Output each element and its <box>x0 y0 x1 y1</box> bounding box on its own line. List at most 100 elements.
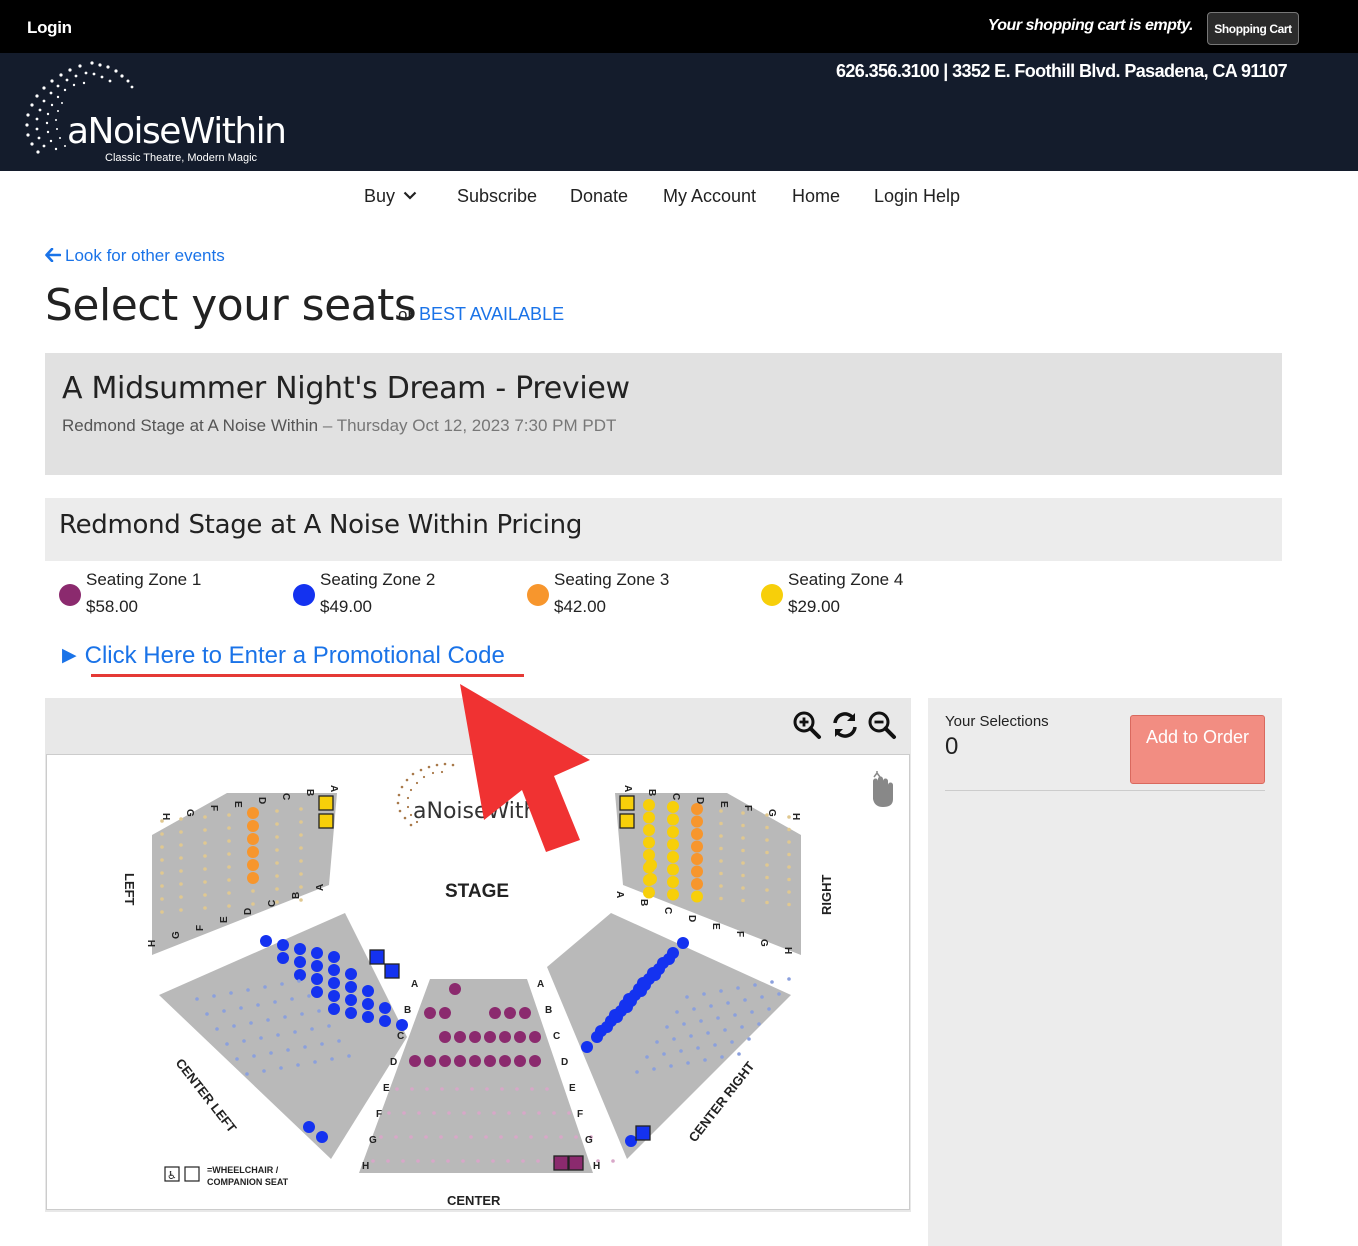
nav-item-buy[interactable]: Buy <box>364 186 417 207</box>
wheelchair-seat[interactable] <box>635 1125 651 1141</box>
seat-zone-2[interactable] <box>311 986 323 998</box>
seat-zone-2[interactable] <box>657 957 669 969</box>
wheelchair-seat[interactable] <box>384 963 400 979</box>
wheelchair-seat[interactable] <box>318 795 334 811</box>
seat-zone-1[interactable] <box>529 1055 541 1067</box>
zoom-in-icon[interactable] <box>792 710 822 740</box>
seat-zone-1[interactable] <box>454 1055 466 1067</box>
nav-item-home[interactable]: Home <box>792 186 840 207</box>
seat-zone-2[interactable] <box>345 994 357 1006</box>
seat-zone-2[interactable] <box>647 967 659 979</box>
seat-zone-2[interactable] <box>637 977 649 989</box>
wheelchair-seat[interactable] <box>568 1155 584 1171</box>
seat-zone-2[interactable] <box>294 969 306 981</box>
seat-zone-2[interactable] <box>316 1131 328 1143</box>
seat-zone-1[interactable] <box>469 1055 481 1067</box>
seat-zone-1[interactable] <box>499 1055 511 1067</box>
seat-zone-4[interactable] <box>667 813 679 826</box>
seat-zone-2[interactable] <box>328 964 340 976</box>
seat-zone-1[interactable] <box>529 1031 541 1043</box>
seat-zone-3[interactable] <box>691 840 703 853</box>
seat-zone-4[interactable] <box>667 863 679 876</box>
seat-zone-2[interactable] <box>677 937 689 949</box>
nav-item-subscribe[interactable]: Subscribe <box>457 186 537 207</box>
seat-zone-2[interactable] <box>328 990 340 1002</box>
seat-zone-2[interactable] <box>294 943 306 955</box>
seat-zone-2[interactable] <box>595 1025 607 1037</box>
seat-zone-4[interactable] <box>645 873 657 885</box>
seat-zone-4[interactable] <box>667 838 679 851</box>
seat-zone-1[interactable] <box>424 1055 436 1067</box>
seat-zone-3[interactable] <box>247 833 259 845</box>
seat-zone-1[interactable] <box>439 1031 451 1043</box>
seat-zone-2[interactable] <box>623 993 635 1005</box>
seat-zone-1[interactable] <box>439 1055 451 1067</box>
wheelchair-seat[interactable] <box>619 813 635 829</box>
seat-zone-3[interactable] <box>691 890 703 903</box>
seat-zone-3[interactable] <box>691 853 703 865</box>
promo-code-link[interactable]: ▶ Click Here to Enter a Promotional Code <box>62 642 505 670</box>
wheelchair-seat[interactable] <box>619 795 635 811</box>
seat-zone-3[interactable] <box>691 803 703 815</box>
seat-zone-4[interactable] <box>643 811 655 824</box>
add-to-order-button[interactable]: Add to Order <box>1130 715 1265 784</box>
seat-zone-2[interactable] <box>379 1015 391 1027</box>
nav-item-my-account[interactable]: My Account <box>663 186 756 207</box>
seat-zone-4[interactable] <box>643 799 655 811</box>
seat-zone-1[interactable] <box>514 1055 526 1067</box>
seat-zone-2[interactable] <box>667 947 679 959</box>
seat-zone-1[interactable] <box>469 1031 481 1043</box>
site-logo[interactable]: aNoiseWithin Classic Theatre, Modern Mag… <box>22 59 292 164</box>
refresh-icon[interactable] <box>830 710 860 740</box>
seat-zone-2[interactable] <box>311 960 323 972</box>
seat-zone-4[interactable] <box>643 824 655 836</box>
seat-zone-2[interactable] <box>303 1121 315 1133</box>
back-link[interactable]: Look for other events <box>45 246 225 266</box>
nav-item-login-help[interactable]: Login Help <box>874 186 960 207</box>
seat-zone-2[interactable] <box>581 1041 593 1053</box>
seat-zone-1[interactable] <box>499 1031 511 1043</box>
seat-zone-1[interactable] <box>519 1007 531 1019</box>
seat-zone-1[interactable] <box>484 1031 496 1043</box>
seat-zone-2[interactable] <box>362 985 374 997</box>
seat-zone-2[interactable] <box>328 977 340 989</box>
wheelchair-seat[interactable] <box>369 949 385 965</box>
nav-item-donate[interactable]: Donate <box>570 186 628 207</box>
seat-zone-1[interactable] <box>504 1007 516 1019</box>
seat-zone-1[interactable] <box>424 1007 436 1019</box>
seat-zone-2[interactable] <box>379 1002 391 1014</box>
seat-zone-4[interactable] <box>667 801 679 813</box>
best-available-link[interactable]: BEST AVAILABLE <box>419 304 564 325</box>
seat-zone-2[interactable] <box>277 952 289 964</box>
seat-zone-1[interactable] <box>409 1055 421 1067</box>
seat-zone-2[interactable] <box>277 939 289 951</box>
seat-zone-2[interactable] <box>609 1009 621 1021</box>
seat-zone-3[interactable] <box>691 865 703 878</box>
seat-zone-2[interactable] <box>328 1003 340 1015</box>
seat-zone-4[interactable] <box>667 876 679 888</box>
seat-zone-4[interactable] <box>667 851 679 863</box>
wheelchair-seat[interactable] <box>318 813 334 829</box>
seat-zone-4[interactable] <box>643 886 655 899</box>
seat-zone-2[interactable] <box>625 1135 637 1147</box>
seat-map-canvas[interactable]: aNoiseWithin STAGE LEFT RIGHT CENTER LEF… <box>46 754 910 1210</box>
login-link[interactable]: Login <box>27 18 72 38</box>
seat-zone-2[interactable] <box>362 1011 374 1023</box>
seat-zone-2[interactable] <box>362 998 374 1010</box>
seat-zone-3[interactable] <box>247 859 259 871</box>
seat-zone-3[interactable] <box>247 846 259 858</box>
seat-zone-1[interactable] <box>439 1007 451 1019</box>
seat-zone-1[interactable] <box>454 1031 466 1043</box>
seat-zone-4[interactable] <box>645 859 657 871</box>
seat-zone-1[interactable] <box>484 1055 496 1067</box>
seat-zone-1[interactable] <box>514 1031 526 1043</box>
seat-zone-2[interactable] <box>311 947 323 959</box>
pan-hand-icon[interactable] <box>873 771 893 807</box>
seat-map[interactable]: aNoiseWithin STAGE LEFT RIGHT CENTER LEF… <box>47 755 909 1209</box>
seat-zone-3[interactable] <box>691 828 703 840</box>
seat-zone-3[interactable] <box>247 807 259 819</box>
zoom-out-icon[interactable] <box>867 710 897 740</box>
seat-zone-1[interactable] <box>449 983 461 995</box>
seat-zone-3[interactable] <box>247 820 259 832</box>
seat-zone-2[interactable] <box>294 956 306 968</box>
